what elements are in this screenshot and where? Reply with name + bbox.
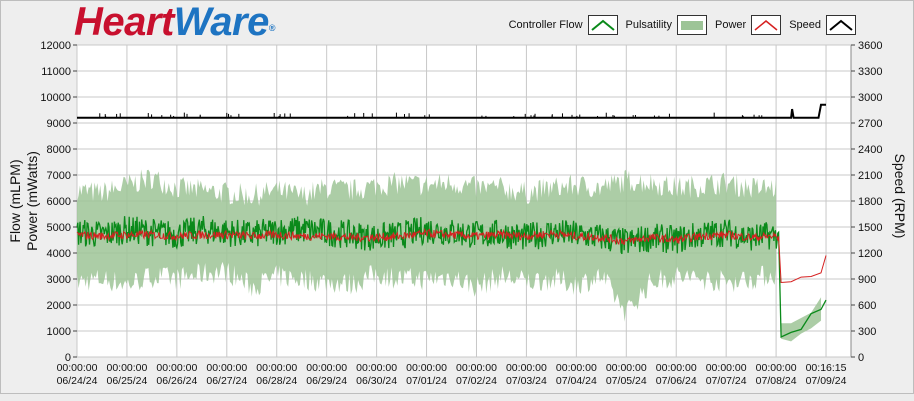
x-tick-time: 00:00:00 — [206, 362, 247, 374]
y-axis-label-speed: Speed (RPM) — [892, 154, 908, 239]
x-axis-ticks: 00:00:0006/24/2400:00:0006/25/2400:00:00… — [57, 362, 847, 387]
right-axis-ticks: 3600330030002700240021001800150012009006… — [851, 40, 882, 364]
x-tick-date: 06/25/24 — [106, 375, 147, 387]
y-left-tick-label: 7000 — [47, 170, 71, 182]
y-right-tick-label: 600 — [858, 300, 876, 312]
y-left-tick-label: 4000 — [47, 248, 71, 260]
y-axis-label-power: Power (mWatts) — [24, 151, 40, 251]
x-tick-time: 00:00:00 — [356, 362, 397, 374]
y-right-tick-label: 3600 — [858, 40, 882, 52]
x-tick-date: 07/01/24 — [406, 375, 447, 387]
y-right-tick-label: 1200 — [858, 248, 882, 260]
x-tick-date: 07/08/24 — [756, 375, 797, 387]
y-left-tick-label: 1000 — [47, 326, 71, 338]
x-tick-time: 00:00:00 — [57, 362, 98, 374]
x-tick-date: 07/09/24 — [806, 375, 847, 387]
y-left-tick-label: 11000 — [41, 66, 71, 78]
y-left-tick-label: 12000 — [40, 40, 71, 52]
x-tick-date: 07/03/24 — [506, 375, 547, 387]
x-tick-time: 00:00:00 — [556, 362, 597, 374]
x-tick-time: 00:00:00 — [506, 362, 547, 374]
x-tick-time: 00:16:15 — [806, 362, 847, 374]
x-tick-date: 06/26/24 — [156, 375, 197, 387]
x-tick-time: 00:00:00 — [656, 362, 697, 374]
x-tick-time: 00:00:00 — [256, 362, 297, 374]
y-left-tick-label: 8000 — [47, 144, 71, 156]
y-left-tick-label: 10000 — [40, 92, 71, 104]
y-right-tick-label: 300 — [858, 326, 876, 338]
x-tick-time: 00:00:00 — [756, 362, 797, 374]
x-tick-date: 07/05/24 — [606, 375, 647, 387]
y-right-tick-label: 3000 — [858, 92, 882, 104]
y-right-tick-label: 1500 — [858, 222, 882, 234]
x-tick-date: 06/30/24 — [356, 375, 397, 387]
x-tick-date: 07/06/24 — [656, 375, 697, 387]
y-axis-label-flow: Flow (mLPM) — [7, 159, 23, 242]
x-tick-date: 07/07/24 — [706, 375, 747, 387]
y-right-tick-label: 2700 — [858, 118, 882, 130]
x-tick-time: 00:00:00 — [406, 362, 447, 374]
y-left-tick-label: 3000 — [47, 274, 71, 286]
y-right-tick-label: 900 — [858, 274, 876, 286]
x-tick-time: 00:00:00 — [456, 362, 497, 374]
x-tick-date: 06/28/24 — [256, 375, 297, 387]
x-tick-date: 06/29/24 — [306, 375, 347, 387]
y-right-tick-label: 3300 — [858, 66, 882, 78]
x-tick-time: 00:00:00 — [606, 362, 647, 374]
x-tick-time: 00:00:00 — [706, 362, 747, 374]
y-left-tick-label: 2000 — [47, 300, 71, 312]
caption-strip-cut-off — [300, 392, 600, 401]
x-tick-time: 00:00:00 — [156, 362, 197, 374]
y-left-tick-label: 9000 — [47, 118, 71, 130]
x-tick-date: 06/27/24 — [206, 375, 247, 387]
x-tick-time: 00:00:00 — [106, 362, 147, 374]
chart-plot: 1200011000100009000800070006000500040003… — [7, 40, 908, 387]
left-axis-ticks: 12000 11000 10000 9000 8000 7000 6000 5000 4000 3… — [40, 40, 77, 364]
y-right-tick-label: 2400 — [858, 144, 882, 156]
y-right-tick-label: 0 — [858, 352, 864, 364]
x-tick-time: 00:00:00 — [306, 362, 347, 374]
y-right-tick-label: 2100 — [858, 170, 882, 182]
y-left-tick-label: 5000 — [47, 222, 71, 234]
y-left-tick-label: 6000 — [47, 196, 71, 208]
y-right-tick-label: 1800 — [858, 196, 882, 208]
x-tick-date: 07/04/24 — [556, 375, 597, 387]
x-tick-date: 06/24/24 — [57, 375, 98, 387]
x-tick-date: 07/02/24 — [456, 375, 497, 387]
